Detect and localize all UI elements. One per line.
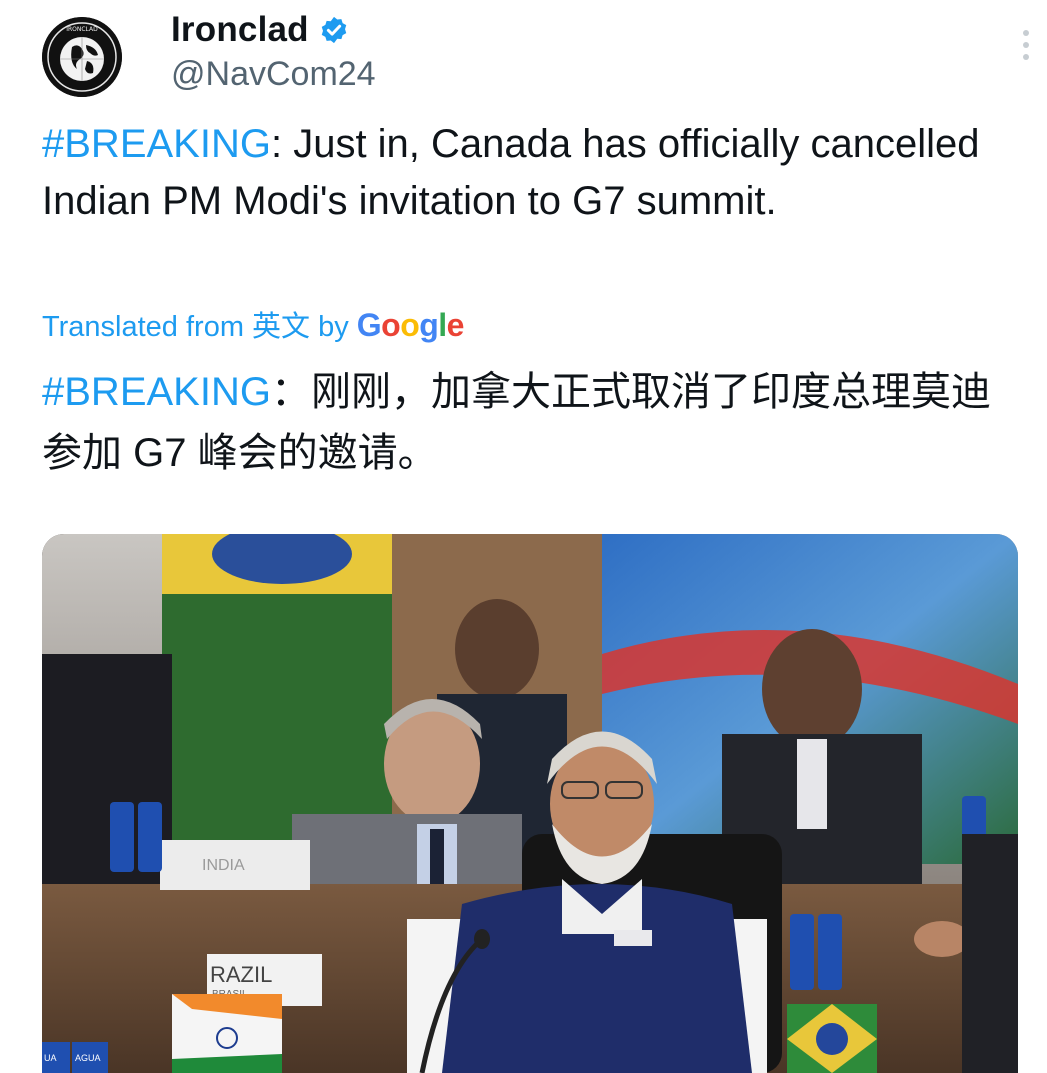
avatar[interactable]: IRONCLAD	[42, 17, 122, 97]
author-handle[interactable]: @NavCom24	[171, 55, 376, 94]
display-name[interactable]: Ironclad	[171, 10, 309, 50]
verified-badge-icon	[321, 16, 346, 44]
tweet-photo[interactable]: INDIA RAZIL BRASIL UA AGUA	[42, 534, 1018, 1073]
more-options-icon[interactable]	[1014, 30, 1038, 66]
avatar-text: IRONCLAD	[66, 26, 98, 33]
tweet-text: #BREAKING: Just in, Canada has officiall…	[42, 116, 1002, 230]
hashtag-link[interactable]: #BREAKING	[42, 122, 271, 166]
placard-india: INDIA	[202, 857, 245, 874]
translated-from-label: Translated from 英文 by	[42, 311, 349, 343]
translated-hashtag-link[interactable]: #BREAKING	[42, 370, 271, 414]
can-label-left: UA	[44, 1053, 57, 1063]
can-label: AGUA	[75, 1053, 101, 1063]
summit-photo: INDIA RAZIL BRASIL UA AGUA	[42, 534, 1018, 1073]
author-name-row: Ironclad	[171, 10, 349, 50]
globe-logo-icon: IRONCLAD	[42, 17, 122, 97]
google-logo: Google	[356, 307, 465, 343]
translation-attribution: Translated from 英文 by Google	[42, 303, 464, 345]
translated-text: #BREAKING：刚刚，加拿大正式取消了印度总理莫迪参加 G7 峰会的邀请。	[42, 362, 1012, 484]
placard-brazil: RAZIL	[210, 962, 272, 987]
